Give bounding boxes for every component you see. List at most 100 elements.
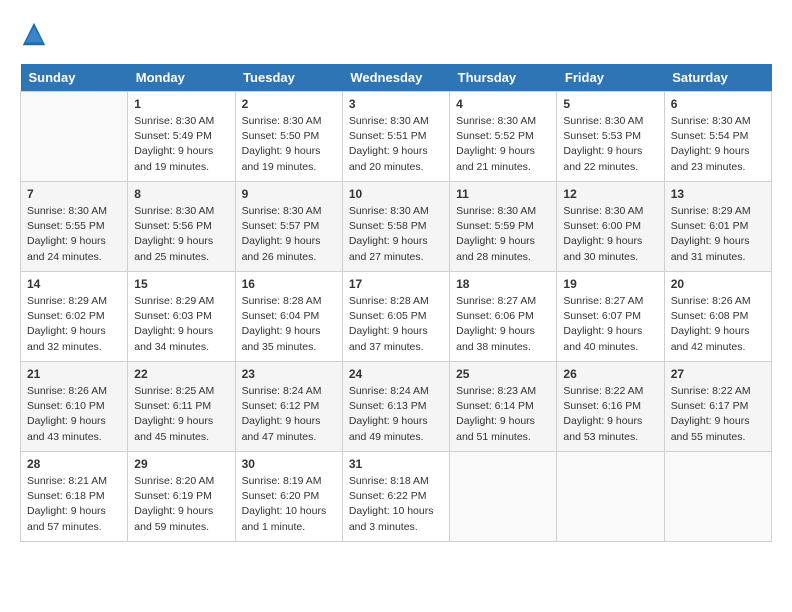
day-number: 6 — [671, 97, 765, 111]
calendar-cell: 21 Sunrise: 8:26 AMSunset: 6:10 PMDayligh… — [21, 362, 128, 452]
day-number: 13 — [671, 187, 765, 201]
calendar-cell: 28Sunrise: 8:21 AMSunset: 6:18 PMDayligh… — [21, 452, 128, 542]
calendar-week-row: 7 Sunrise: 8:30 AMSunset: 5:55 PMDaylight… — [21, 182, 772, 272]
calendar-cell — [664, 452, 771, 542]
calendar-cell: 13 Sunrise: 8:29 AMSunset: 6:01 PMDayligh… — [664, 182, 771, 272]
day-info: Sunrise: 8:22 AMSunset: 6:17 PMDaylight:… — [671, 384, 765, 445]
calendar-week-row: 14 Sunrise: 8:29 AMSunset: 6:02 PMDayligh… — [21, 272, 772, 362]
day-number: 3 — [349, 97, 443, 111]
day-info: Sunrise: 8:30 AMSunset: 5:49 PMDaylight:… — [134, 114, 228, 175]
day-number: 15 — [134, 277, 228, 291]
day-info: Sunrise: 8:27 AMSunset: 6:07 PMDaylight:… — [563, 294, 657, 355]
calendar-cell: 29 Sunrise: 8:20 AMSunset: 6:19 PMDayligh… — [128, 452, 235, 542]
day-info: Sunrise: 8:30 AMSunset: 5:56 PMDaylight:… — [134, 204, 228, 265]
weekday-header-thursday: Thursday — [450, 64, 557, 92]
calendar-cell: 16Sunrise: 8:28 AMSunset: 6:04 PMDayligh… — [235, 272, 342, 362]
day-info: Sunrise: 8:24 AMSunset: 6:12 PMDaylight:… — [242, 384, 336, 445]
day-info: Sunrise: 8:30 AMSunset: 5:57 PMDaylight:… — [242, 204, 336, 265]
day-info: Sunrise: 8:19 AMSunset: 6:20 PMDaylight:… — [242, 474, 336, 535]
day-number: 12 — [563, 187, 657, 201]
day-info: Sunrise: 8:29 AMSunset: 6:03 PMDaylight:… — [134, 294, 228, 355]
calendar-cell: 25 Sunrise: 8:23 AMSunset: 6:14 PMDayligh… — [450, 362, 557, 452]
day-info: Sunrise: 8:25 AMSunset: 6:11 PMDaylight:… — [134, 384, 228, 445]
calendar-cell: 10 Sunrise: 8:30 AMSunset: 5:58 PMDayligh… — [342, 182, 449, 272]
day-number: 29 — [134, 457, 228, 471]
calendar-cell: 23 Sunrise: 8:24 AMSunset: 6:12 PMDayligh… — [235, 362, 342, 452]
calendar-cell: 3 Sunrise: 8:30 AMSunset: 5:51 PMDaylight… — [342, 92, 449, 182]
calendar-cell: 2Sunrise: 8:30 AMSunset: 5:50 PMDaylight… — [235, 92, 342, 182]
day-number: 19 — [563, 277, 657, 291]
day-info: Sunrise: 8:30 AMSunset: 5:53 PMDaylight:… — [563, 114, 657, 175]
day-info: Sunrise: 8:30 AMSunset: 5:54 PMDaylight:… — [671, 114, 765, 175]
calendar-cell: 22 Sunrise: 8:25 AMSunset: 6:11 PMDayligh… — [128, 362, 235, 452]
calendar-cell: 18 Sunrise: 8:27 AMSunset: 6:06 PMDayligh… — [450, 272, 557, 362]
logo-icon — [20, 20, 48, 48]
day-number: 5 — [563, 97, 657, 111]
day-info: Sunrise: 8:30 AMSunset: 5:55 PMDaylight:… — [27, 204, 121, 265]
calendar-cell: 26Sunrise: 8:22 AMSunset: 6:16 PMDayligh… — [557, 362, 664, 452]
calendar-cell — [557, 452, 664, 542]
day-info: Sunrise: 8:27 AMSunset: 6:06 PMDaylight:… — [456, 294, 550, 355]
day-number: 9 — [242, 187, 336, 201]
day-number: 23 — [242, 367, 336, 381]
day-number: 18 — [456, 277, 550, 291]
day-number: 1 — [134, 97, 228, 111]
day-number: 2 — [242, 97, 336, 111]
day-info: Sunrise: 8:29 AMSunset: 6:01 PMDaylight:… — [671, 204, 765, 265]
weekday-header-saturday: Saturday — [664, 64, 771, 92]
day-number: 7 — [27, 187, 121, 201]
calendar-cell: 27 Sunrise: 8:22 AMSunset: 6:17 PMDayligh… — [664, 362, 771, 452]
day-number: 30 — [242, 457, 336, 471]
calendar-cell: 9 Sunrise: 8:30 AMSunset: 5:57 PMDaylight… — [235, 182, 342, 272]
day-info: Sunrise: 8:29 AMSunset: 6:02 PMDaylight:… — [27, 294, 121, 355]
calendar-week-row: 1 Sunrise: 8:30 AMSunset: 5:49 PMDaylight… — [21, 92, 772, 182]
day-number: 4 — [456, 97, 550, 111]
day-info: Sunrise: 8:26 AMSunset: 6:10 PMDaylight:… — [27, 384, 121, 445]
calendar-cell — [450, 452, 557, 542]
calendar-cell: 19 Sunrise: 8:27 AMSunset: 6:07 PMDayligh… — [557, 272, 664, 362]
calendar-cell: 24 Sunrise: 8:24 AMSunset: 6:13 PMDayligh… — [342, 362, 449, 452]
calendar-week-row: 28Sunrise: 8:21 AMSunset: 6:18 PMDayligh… — [21, 452, 772, 542]
day-info: Sunrise: 8:30 AMSunset: 6:00 PMDaylight:… — [563, 204, 657, 265]
day-number: 17 — [349, 277, 443, 291]
day-info: Sunrise: 8:24 AMSunset: 6:13 PMDaylight:… — [349, 384, 443, 445]
calendar-week-row: 21 Sunrise: 8:26 AMSunset: 6:10 PMDayligh… — [21, 362, 772, 452]
page-header — [20, 20, 772, 48]
day-info: Sunrise: 8:30 AMSunset: 5:58 PMDaylight:… — [349, 204, 443, 265]
day-number: 14 — [27, 277, 121, 291]
calendar-cell: 5 Sunrise: 8:30 AMSunset: 5:53 PMDaylight… — [557, 92, 664, 182]
weekday-header-wednesday: Wednesday — [342, 64, 449, 92]
day-info: Sunrise: 8:20 AMSunset: 6:19 PMDaylight:… — [134, 474, 228, 535]
day-number: 27 — [671, 367, 765, 381]
calendar-cell: 14 Sunrise: 8:29 AMSunset: 6:02 PMDayligh… — [21, 272, 128, 362]
calendar-cell: 8 Sunrise: 8:30 AMSunset: 5:56 PMDaylight… — [128, 182, 235, 272]
day-info: Sunrise: 8:26 AMSunset: 6:08 PMDaylight:… — [671, 294, 765, 355]
calendar-cell: 6 Sunrise: 8:30 AMSunset: 5:54 PMDaylight… — [664, 92, 771, 182]
calendar-cell: 12 Sunrise: 8:30 AMSunset: 6:00 PMDayligh… — [557, 182, 664, 272]
calendar-cell: 15 Sunrise: 8:29 AMSunset: 6:03 PMDayligh… — [128, 272, 235, 362]
day-number: 26 — [563, 367, 657, 381]
weekday-header-row: SundayMondayTuesdayWednesdayThursdayFrid… — [21, 64, 772, 92]
day-number: 11 — [456, 187, 550, 201]
calendar-cell: 20 Sunrise: 8:26 AMSunset: 6:08 PMDayligh… — [664, 272, 771, 362]
day-number: 8 — [134, 187, 228, 201]
day-info: Sunrise: 8:30 AMSunset: 5:51 PMDaylight:… — [349, 114, 443, 175]
calendar-cell: 1 Sunrise: 8:30 AMSunset: 5:49 PMDaylight… — [128, 92, 235, 182]
day-number: 20 — [671, 277, 765, 291]
day-number: 31 — [349, 457, 443, 471]
calendar-cell: 4Sunrise: 8:30 AMSunset: 5:52 PMDaylight… — [450, 92, 557, 182]
weekday-header-tuesday: Tuesday — [235, 64, 342, 92]
day-number: 21 — [27, 367, 121, 381]
day-number: 22 — [134, 367, 228, 381]
day-info: Sunrise: 8:23 AMSunset: 6:14 PMDaylight:… — [456, 384, 550, 445]
day-info: Sunrise: 8:18 AMSunset: 6:22 PMDaylight:… — [349, 474, 443, 535]
day-number: 10 — [349, 187, 443, 201]
calendar-cell — [21, 92, 128, 182]
day-info: Sunrise: 8:30 AMSunset: 5:59 PMDaylight:… — [456, 204, 550, 265]
weekday-header-monday: Monday — [128, 64, 235, 92]
calendar-table: SundayMondayTuesdayWednesdayThursdayFrid… — [20, 64, 772, 542]
day-number: 25 — [456, 367, 550, 381]
calendar-cell: 11 Sunrise: 8:30 AMSunset: 5:59 PMDayligh… — [450, 182, 557, 272]
day-number: 24 — [349, 367, 443, 381]
day-info: Sunrise: 8:28 AMSunset: 6:04 PMDaylight:… — [242, 294, 336, 355]
